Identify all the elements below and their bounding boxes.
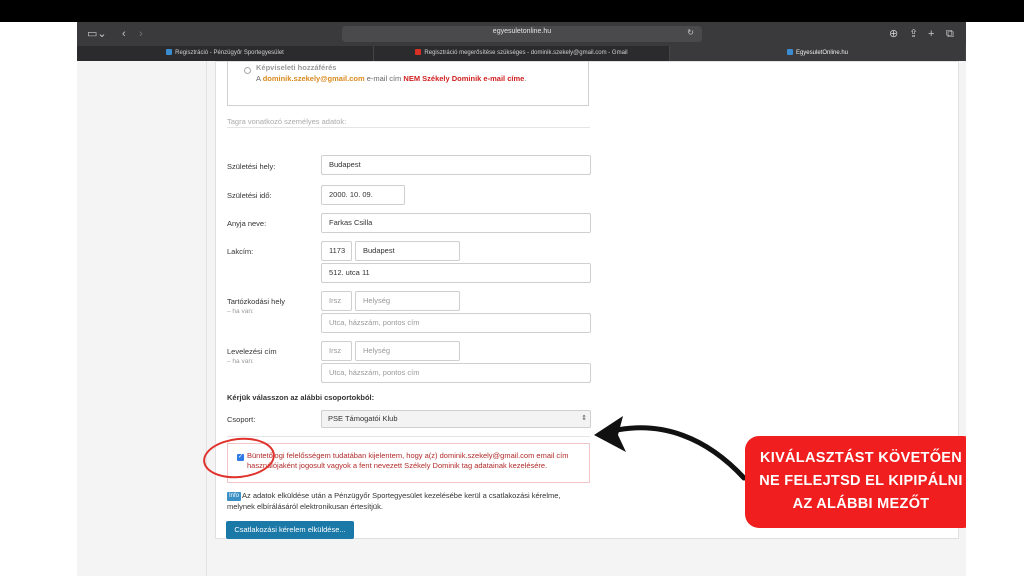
page: ▭⌄ ‹ › egyesuletonline.hu ↻ ⊕ ⇪ + ⧉ Regi… (0, 0, 1024, 576)
left-margin (0, 22, 77, 576)
callout-text: KIVÁLASZTÁST KÖVETŐEN NE FELEJTSD EL KIP… (745, 447, 966, 516)
right-margin (966, 22, 1024, 576)
callout-line-2: NE FELEJTSD EL KIPIPÁLNI (759, 473, 963, 489)
screen-top-bar (0, 0, 1024, 22)
callout-box: KIVÁLASZTÁST KÖVETŐEN NE FELEJTSD EL KIP… (745, 436, 966, 528)
callout-line-3: AZ ALÁBBI MEZŐT (792, 496, 930, 512)
browser-window: ▭⌄ ‹ › egyesuletonline.hu ↻ ⊕ ⇪ + ⧉ Regi… (77, 22, 966, 576)
callout-line-1: KIVÁLASZTÁST KÖVETŐEN (759, 450, 963, 466)
